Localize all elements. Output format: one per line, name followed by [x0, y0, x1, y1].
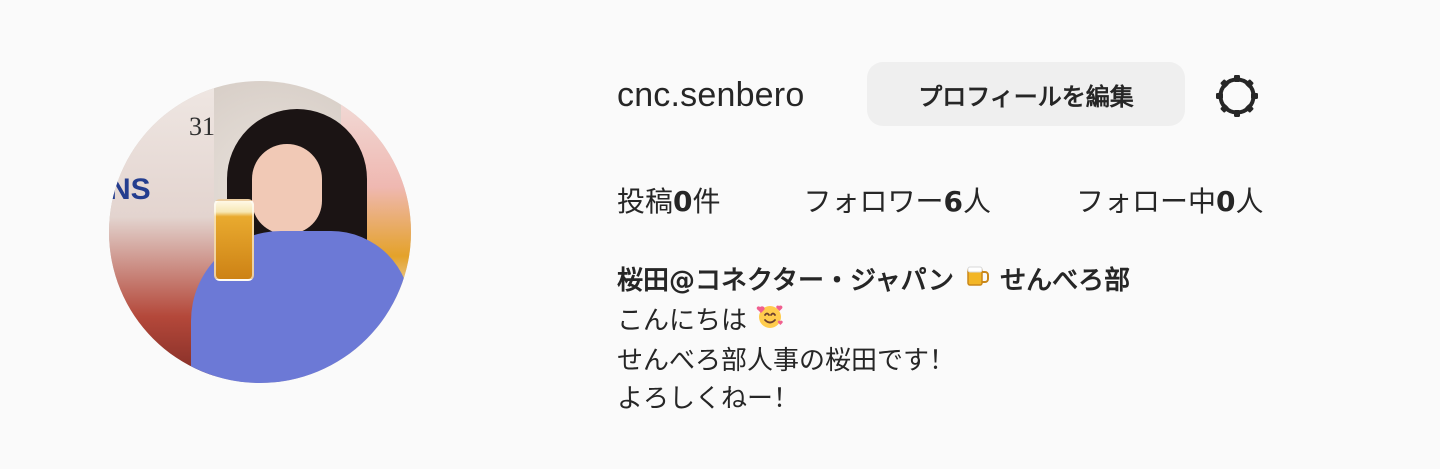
- avatar-beer-glass: [214, 199, 254, 281]
- bio-name-before-emoji: 桜田@コネクター・ジャパン: [617, 266, 954, 296]
- profile-bio: 桜田@コネクター・ジャパン せんべろ部 こんにちは せんべろ部人事の桜田です！ …: [617, 262, 1317, 418]
- following-link[interactable]: フォロー中 0 人: [1076, 180, 1264, 224]
- posts-prefix: 投稿: [617, 185, 674, 218]
- bio-name-line: 桜田@コネクター・ジャパン せんべろ部: [617, 262, 1317, 301]
- followers-prefix: フォロワー: [803, 185, 944, 218]
- gear-icon[interactable]: [1213, 72, 1261, 120]
- bio-name-after-emoji: せんべろ部: [1000, 266, 1131, 296]
- beer-mug-icon: [963, 262, 991, 301]
- bio-line-greeting: こんにちは: [617, 301, 1317, 342]
- edit-profile-button[interactable]: プロフィールを編集: [867, 62, 1185, 126]
- bio-line-closing: よろしくねー！: [617, 384, 800, 414]
- followers-number: 6: [943, 185, 964, 218]
- avatar-sign-label: NS: [109, 173, 151, 206]
- smiling-face-with-hearts-icon: [755, 301, 785, 342]
- posts-suffix: 件: [692, 185, 721, 218]
- bio-greeting-text: こんにちは: [617, 306, 748, 336]
- bio-line-intro: せんべろ部人事の桜田です！: [617, 346, 956, 376]
- following-suffix: 人: [1235, 185, 1264, 218]
- profile-username: cnc.senbero: [617, 76, 805, 114]
- posts-number: 0: [673, 185, 693, 218]
- profile-stats: 投稿 0 件 フォロワー 6 人 フォロー中 0 人: [617, 178, 1264, 226]
- followers-suffix: 人: [963, 185, 992, 218]
- following-prefix: フォロー中: [1076, 185, 1217, 218]
- avatar-face: [252, 144, 322, 234]
- following-number: 0: [1216, 185, 1236, 218]
- avatar-sign-number: 31: [189, 112, 215, 141]
- followers-link[interactable]: フォロワー 6 人: [804, 180, 992, 224]
- posts-count: 投稿 0 件: [617, 180, 721, 224]
- profile-avatar[interactable]: 31 NS: [109, 81, 411, 383]
